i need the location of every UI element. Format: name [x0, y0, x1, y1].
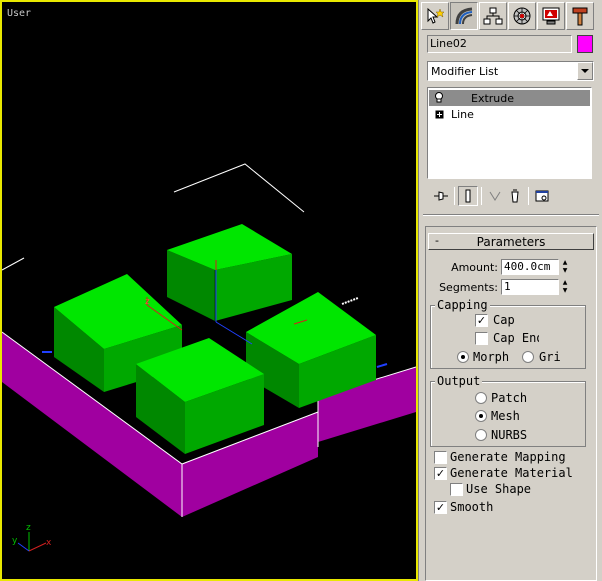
box-top[interactable]: [167, 224, 292, 321]
hierarchy-tab[interactable]: [479, 2, 507, 30]
remove-modifier-button[interactable]: [505, 186, 525, 206]
show-end-result-button[interactable]: [458, 186, 478, 206]
output-group-title: Output: [435, 374, 483, 388]
segments-spinner-field[interactable]: 1: [501, 279, 559, 295]
make-unique-button[interactable]: [485, 186, 505, 206]
modify-tab[interactable]: [450, 2, 478, 30]
stack-item-extrude[interactable]: Extrude: [429, 90, 590, 106]
morph-label: Morph: [473, 350, 510, 364]
create-tab[interactable]: [421, 2, 449, 30]
utilities-tab[interactable]: [566, 2, 594, 30]
panel-divider: [423, 214, 599, 216]
selection-bracket: [173, 163, 305, 213]
use-shape-label: Use Shape: [466, 482, 532, 496]
cap-start-checkbox[interactable]: ✓: [475, 314, 488, 327]
amount-spinner-field[interactable]: 400.0cm: [501, 259, 559, 275]
expand-plus-icon[interactable]: [433, 108, 445, 120]
viewport-label[interactable]: User: [7, 8, 31, 19]
capping-group: Capping ✓ Cap Cap End Morph Grid: [430, 298, 586, 369]
modifier-list-label: Modifier List: [431, 65, 499, 78]
make-unique-icon: [489, 191, 501, 201]
trash-icon: [511, 189, 519, 203]
parameters-rollout-header[interactable]: - Parameters: [428, 233, 594, 250]
user-viewport[interactable]: z z x y User: [0, 0, 418, 581]
mesh-label: Mesh: [491, 409, 520, 423]
object-color-swatch[interactable]: [577, 35, 593, 53]
axis-tripod: z x y: [12, 523, 52, 552]
mesh-radio[interactable]: [475, 410, 487, 422]
pin-icon: [434, 191, 448, 201]
motion-tab[interactable]: [508, 2, 536, 30]
hierarchy-icon: [483, 7, 503, 25]
generate-material-checkbox[interactable]: ✓: [434, 467, 447, 480]
configure-icon: [535, 190, 549, 202]
axis-y-label: y: [12, 536, 18, 546]
display-tab[interactable]: [537, 2, 565, 30]
stack-item-label: Extrude: [471, 91, 515, 105]
parameters-rollout: - Parameters Amount: 400.0cm ▲ ▼ Segments…: [425, 226, 597, 581]
chevron-down-icon[interactable]: [577, 62, 593, 80]
object-name-field[interactable]: Line02: [427, 35, 572, 53]
gizmo-z-label: z: [145, 297, 150, 307]
segments-spinner-arrows[interactable]: ▲ ▼: [560, 279, 570, 295]
grid-label: Grid: [539, 350, 561, 364]
use-shape-checkbox[interactable]: [450, 483, 463, 496]
morph-radio[interactable]: [457, 351, 469, 363]
generate-mapping-checkbox[interactable]: [434, 451, 447, 464]
cap-start-label: Cap: [493, 313, 515, 327]
bent-rainbow-icon: [455, 7, 473, 25]
end-result-icon: [465, 189, 471, 203]
stack-item-line[interactable]: Line: [429, 106, 590, 122]
amount-spinner-arrows[interactable]: ▲ ▼: [560, 259, 570, 275]
hammer-icon: [572, 7, 588, 26]
viewport-scene: z z x y: [2, 163, 416, 552]
stack-toolbar: [427, 185, 595, 207]
grid-radio[interactable]: [522, 351, 534, 363]
nurbs-label: NURBS: [491, 428, 528, 442]
wheel-icon: [513, 7, 531, 25]
cursor-star-icon: [427, 7, 445, 24]
axis-z-label: z: [26, 523, 31, 533]
nurbs-radio[interactable]: [475, 429, 487, 441]
amount-label: Amount:: [451, 261, 498, 274]
parameters-title: Parameters: [476, 235, 546, 249]
configure-modifier-sets-button[interactable]: [532, 186, 552, 206]
cap-end-label: Cap End: [493, 331, 539, 345]
segments-label: Segments:: [439, 281, 498, 294]
axis-x-label: x: [46, 538, 52, 548]
smooth-label: Smooth: [450, 500, 494, 514]
generate-material-label: Generate Material: [450, 466, 573, 480]
monitor-icon: [542, 7, 560, 25]
smooth-checkbox[interactable]: ✓: [434, 501, 447, 514]
modifier-stack[interactable]: Extrude Line: [427, 87, 592, 179]
stack-item-label: Line: [451, 107, 474, 121]
generate-mapping-label: Generate Mapping: [450, 450, 566, 464]
lightbulb-icon[interactable]: [433, 92, 445, 104]
cap-end-checkbox[interactable]: [475, 332, 488, 345]
patch-label: Patch: [491, 391, 528, 405]
capping-group-title: Capping: [435, 298, 490, 312]
command-panel: Line02 Modifier List Extrude Line - Para…: [418, 0, 602, 581]
command-panel-tabs: [421, 2, 599, 32]
modifier-list-dropdown[interactable]: Modifier List: [427, 61, 594, 81]
output-group: Output Patch Mesh NURBS: [430, 374, 586, 447]
patch-radio[interactable]: [475, 392, 487, 404]
pin-stack-button[interactable]: [431, 186, 451, 206]
